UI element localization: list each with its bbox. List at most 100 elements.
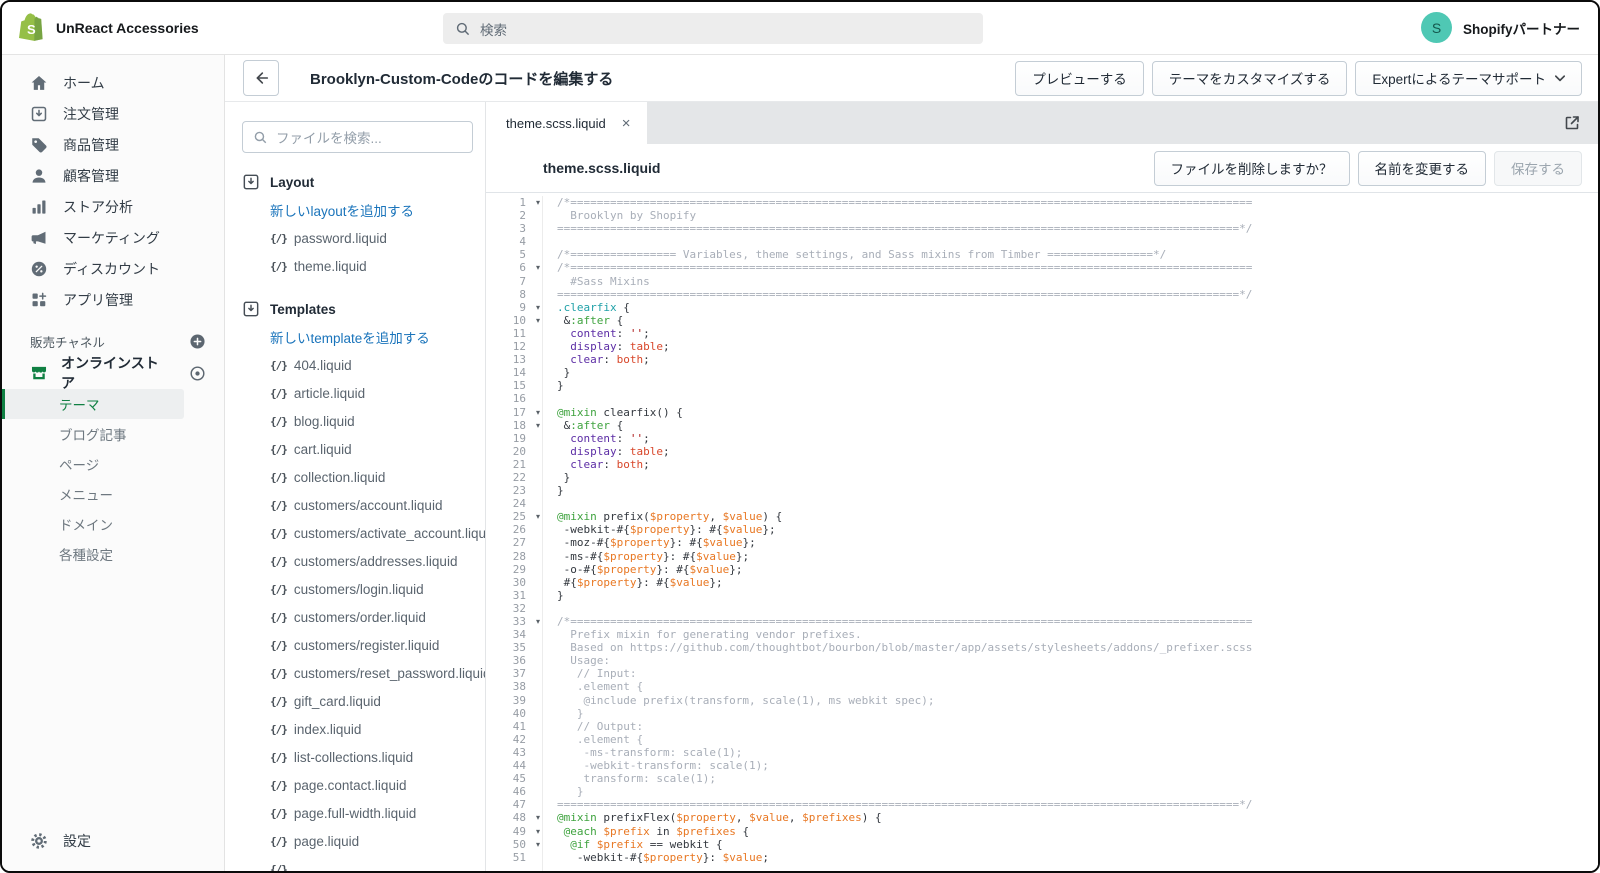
file-item[interactable]: {/}password.liquid [242,224,485,252]
code-line[interactable]: clear: both; [543,353,1598,366]
sidebar-item-orders[interactable]: 注文管理 [2,98,224,129]
sidebar-item-analytics[interactable]: ストア分析 [2,191,224,222]
code-line[interactable]: } [543,379,1598,392]
code-line[interactable]: -o-#{$property}: #{$value}; [543,563,1598,576]
sidebar-item-domains[interactable]: ドメイン [2,509,184,539]
delete-file-button[interactable]: ファイルを削除しますか？ [1154,151,1350,186]
file-item[interactable]: {/}list-collections.liquid [242,743,485,771]
file-item[interactable]: {/}customers/activate_account.liquid [242,519,485,547]
customize-theme-button[interactable]: テーマをカスタマイズする [1152,61,1348,96]
fold-toggle-icon[interactable]: ▾ [536,196,540,209]
code-line[interactable]: content: ''; [543,432,1598,445]
sidebar-item-menus[interactable]: メニュー [2,479,184,509]
code-content[interactable]: /*======================================… [543,196,1598,872]
back-button[interactable] [243,60,279,96]
code-line[interactable]: content: ''; [543,327,1598,340]
code-line[interactable]: #{$property}: #{$value}; [543,576,1598,589]
close-tab-icon[interactable]: × [622,116,631,131]
sidebar-item-blog-posts[interactable]: ブログ記事 [2,419,184,449]
fold-toggle-icon[interactable]: ▾ [536,825,540,838]
code-line[interactable]: @include prefix(transform, scale(1), ms … [543,694,1598,707]
code-line[interactable]: ========================================… [543,798,1598,811]
code-line[interactable]: .element { [543,733,1598,746]
code-line[interactable]: // Input: [543,667,1598,680]
store-brand[interactable]: S UnReact Accessories [2,13,199,44]
add-channel-plus-icon[interactable] [189,333,206,350]
code-line[interactable]: -webkit-transform: scale(1); [543,759,1598,772]
fold-toggle-icon[interactable]: ▾ [536,314,540,327]
file-item[interactable]: {/}customers/account.liquid [242,491,485,519]
rename-file-button[interactable]: 名前を変更する [1358,151,1487,186]
code-line[interactable]: } [543,471,1598,484]
code-line[interactable]: &:after { [543,419,1598,432]
code-line[interactable]: @mixin prefix($property, $value) { [543,510,1598,523]
code-line[interactable]: .element { [543,680,1598,693]
code-line[interactable]: } [543,785,1598,798]
global-search-input[interactable]: 検索 [443,13,983,44]
file-item[interactable]: {/}article.liquid [242,379,485,407]
code-line[interactable]: @each $prefix in $prefixes { [543,825,1598,838]
sidebar-item-themes[interactable]: テーマ [2,389,184,419]
sidebar-item-online-store[interactable]: オンラインストア [2,357,224,389]
code-area[interactable]: 1▾23456▾789▾10▾11121314151617▾18▾1920212… [486,193,1598,872]
code-line[interactable]: // Output: [543,720,1598,733]
file-item[interactable]: {/}customers/login.liquid [242,575,485,603]
file-item[interactable]: {/}page.full-width.liquid [242,799,485,827]
code-line[interactable] [543,235,1598,248]
sidebar-item-marketing[interactable]: マーケティング [2,222,224,253]
code-line[interactable]: } [543,366,1598,379]
code-line[interactable]: Brooklyn by Shopify [543,209,1598,222]
expand-editor-button[interactable] [1561,112,1583,134]
code-line[interactable]: /*======================================… [543,261,1598,274]
file-item[interactable]: {/} [242,855,485,872]
sidebar-item-customers[interactable]: 顧客管理 [2,160,224,191]
tab-theme-scss-liquid[interactable]: theme.scss.liquid × [486,102,647,144]
file-item[interactable]: {/}page.liquid [242,827,485,855]
view-store-eye-icon[interactable] [189,365,206,382]
sidebar-item-pages[interactable]: ページ [2,449,184,479]
code-line[interactable] [543,602,1598,615]
sidebar-item-discounts[interactable]: ディスカウント [2,253,224,284]
code-line[interactable]: -ms-transform: scale(1); [543,746,1598,759]
file-item[interactable]: {/}blog.liquid [242,407,485,435]
folder-templates[interactable]: Templates [242,295,485,323]
code-line[interactable]: Based on https://github.com/thoughtbot/b… [543,641,1598,654]
fold-toggle-icon[interactable]: ▾ [536,261,540,274]
code-line[interactable]: } [543,484,1598,497]
file-item[interactable]: {/}customers/order.liquid [242,603,485,631]
expert-support-button[interactable]: Expertによるテーマサポート [1355,61,1582,96]
code-line[interactable]: @mixin prefixFlex($property, $value, $pr… [543,811,1598,824]
sidebar-item-apps[interactable]: アプリ管理 [2,284,224,315]
code-line[interactable]: @mixin clearfix() { [543,406,1598,419]
code-line[interactable]: .clearfix { [543,301,1598,314]
code-line[interactable]: Prefix mixin for generating vendor prefi… [543,628,1598,641]
code-line[interactable]: /*======================================… [543,615,1598,628]
save-file-button[interactable]: 保存する [1494,151,1582,186]
fold-toggle-icon[interactable]: ▾ [536,301,540,314]
fold-toggle-icon[interactable]: ▾ [536,419,540,432]
fold-toggle-icon[interactable]: ▾ [536,811,540,824]
file-item[interactable]: {/}theme.liquid [242,252,485,280]
code-line[interactable]: &:after { [543,314,1598,327]
fold-toggle-icon[interactable]: ▾ [536,510,540,523]
file-item[interactable]: {/}customers/reset_password.liquid [242,659,485,687]
sidebar-item-settings[interactable]: 設定 [2,826,224,856]
code-line[interactable] [543,497,1598,510]
code-line[interactable]: display: table; [543,445,1598,458]
fold-toggle-icon[interactable]: ▾ [536,615,540,628]
file-item[interactable]: {/}customers/addresses.liquid [242,547,485,575]
code-line[interactable]: } [543,707,1598,720]
file-search-input[interactable]: ファイルを検索... [242,121,473,153]
fold-toggle-icon[interactable]: ▾ [536,838,540,851]
sidebar-item-home[interactable]: ホーム [2,67,224,98]
code-line[interactable]: @if $prefix == webkit { [543,838,1598,851]
code-line[interactable]: -webkit-#{$property}: $value; [543,851,1598,864]
code-line[interactable]: -webkit-#{$property}: #{$value}; [543,523,1598,536]
code-line[interactable]: Usage: [543,654,1598,667]
code-line[interactable]: -ms-#{$property}: #{$value}; [543,550,1598,563]
code-line[interactable] [543,392,1598,405]
file-item[interactable]: {/}customers/register.liquid [242,631,485,659]
file-item[interactable]: {/}gift_card.liquid [242,687,485,715]
file-item[interactable]: {/}collection.liquid [242,463,485,491]
user-menu[interactable]: S Shopifyパートナー [1421,12,1580,43]
